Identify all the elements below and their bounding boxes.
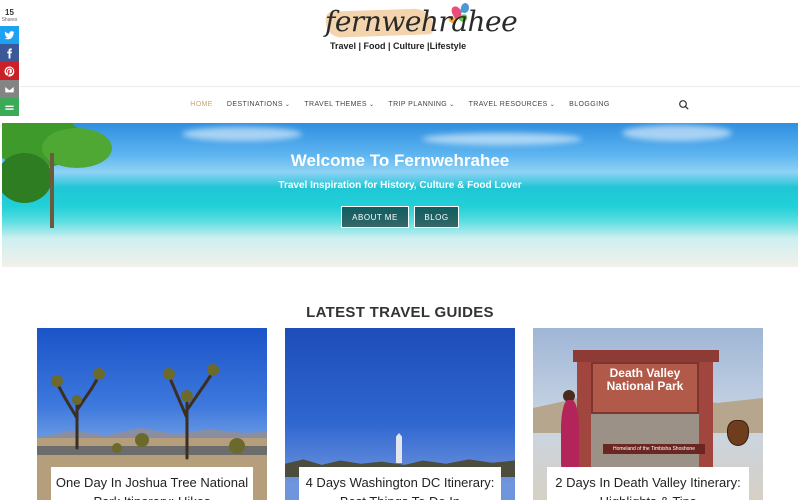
search-icon <box>679 100 689 110</box>
social-share-bar: 15 Shares <box>0 8 19 116</box>
blog-button[interactable]: BLOG <box>414 206 459 228</box>
nav-item-home[interactable]: HOME <box>190 101 213 108</box>
nav-item-blogging[interactable]: BLOGGING <box>569 101 610 108</box>
park-sign: Death Valley National Park <box>591 362 699 414</box>
hero-cloud <box>622 125 732 141</box>
facebook-icon <box>7 47 13 59</box>
nps-badge-icon <box>727 420 749 446</box>
nav-item-destinations[interactable]: DESTINATIONS ⌄ <box>227 101 290 108</box>
twitter-icon <box>4 30 15 39</box>
nav-item-travel-themes[interactable]: TRAVEL THEMES ⌄ <box>304 101 374 108</box>
chevron-down-icon: ⌄ <box>549 101 556 108</box>
chevron-down-icon: ⌄ <box>284 101 291 108</box>
nav-item-label: HOME <box>190 100 213 108</box>
facebook-share-button[interactable] <box>0 44 19 62</box>
nav-item-label: TRAVEL RESOURCES <box>468 100 548 108</box>
hero-subtitle: Travel Inspiration for History, Culture … <box>278 180 522 191</box>
sign-post-right <box>699 354 713 474</box>
site-logo[interactable]: fernwehrahee Travel | Food | Culture |Li… <box>320 0 518 70</box>
card-title[interactable]: One Day In Joshua Tree National Park Iti… <box>51 467 253 500</box>
guide-card-joshua-tree[interactable]: One Day In Joshua Tree National Park Iti… <box>37 328 267 500</box>
image-monument <box>396 433 402 463</box>
hero-cloud <box>422 133 582 145</box>
email-share-button[interactable] <box>0 80 19 98</box>
twitter-share-button[interactable] <box>0 26 19 44</box>
guide-card-washington-dc[interactable]: 4 Days Washington DC Itinerary: Best Thi… <box>285 328 515 500</box>
chevron-down-icon: ⌄ <box>449 101 455 108</box>
latest-guides-heading: LATEST TRAVEL GUIDES <box>306 304 494 321</box>
nav-item-label: BLOGGING <box>569 100 610 108</box>
logo-wordmark: fernwehrahee <box>325 5 518 38</box>
pinterest-share-button[interactable] <box>0 62 19 80</box>
pinterest-icon <box>4 65 15 77</box>
sign-beam <box>573 350 719 362</box>
about-me-button[interactable]: ABOUT ME <box>341 206 409 228</box>
nav-item-label: TRAVEL THEMES <box>304 100 367 108</box>
nav-item-trip-planning[interactable]: TRIP PLANNING ⌄ <box>388 101 454 108</box>
nav-item-label: TRIP PLANNING <box>388 100 448 108</box>
chevron-down-icon: ⌄ <box>368 101 375 108</box>
more-share-button[interactable] <box>0 98 19 116</box>
person-figure <box>561 400 579 470</box>
hero-title: Welcome To Fernwehrahee <box>290 151 510 170</box>
park-plaque: Homeland of the Timbisha Shoshone <box>603 444 705 454</box>
card-title[interactable]: 2 Days In Death Valley Itinerary: Highli… <box>547 467 749 500</box>
card-title[interactable]: 4 Days Washington DC Itinerary: Best Thi… <box>299 467 501 500</box>
search-button[interactable] <box>678 98 690 110</box>
nav-item-label: DESTINATIONS <box>226 100 283 108</box>
share-count: 15 <box>5 8 14 17</box>
nav-item-travel-resources[interactable]: TRAVEL RESOURCES ⌄ <box>469 101 556 108</box>
email-icon <box>4 85 15 93</box>
hero-cloud <box>182 127 302 141</box>
sign-post-left <box>577 354 591 474</box>
more-options-icon <box>5 105 14 110</box>
hero-banner: Welcome To Fernwehrahee Travel Inspirati… <box>2 123 798 267</box>
logo-tagline: Travel | Food | Culture |Lifestyle <box>330 41 467 51</box>
park-sign-text: Death Valley National Park <box>606 366 684 393</box>
share-label: Shares <box>1 17 18 23</box>
header-divider <box>20 86 800 87</box>
guide-card-death-valley[interactable]: Death Valley National Park Homeland of t… <box>533 328 763 500</box>
